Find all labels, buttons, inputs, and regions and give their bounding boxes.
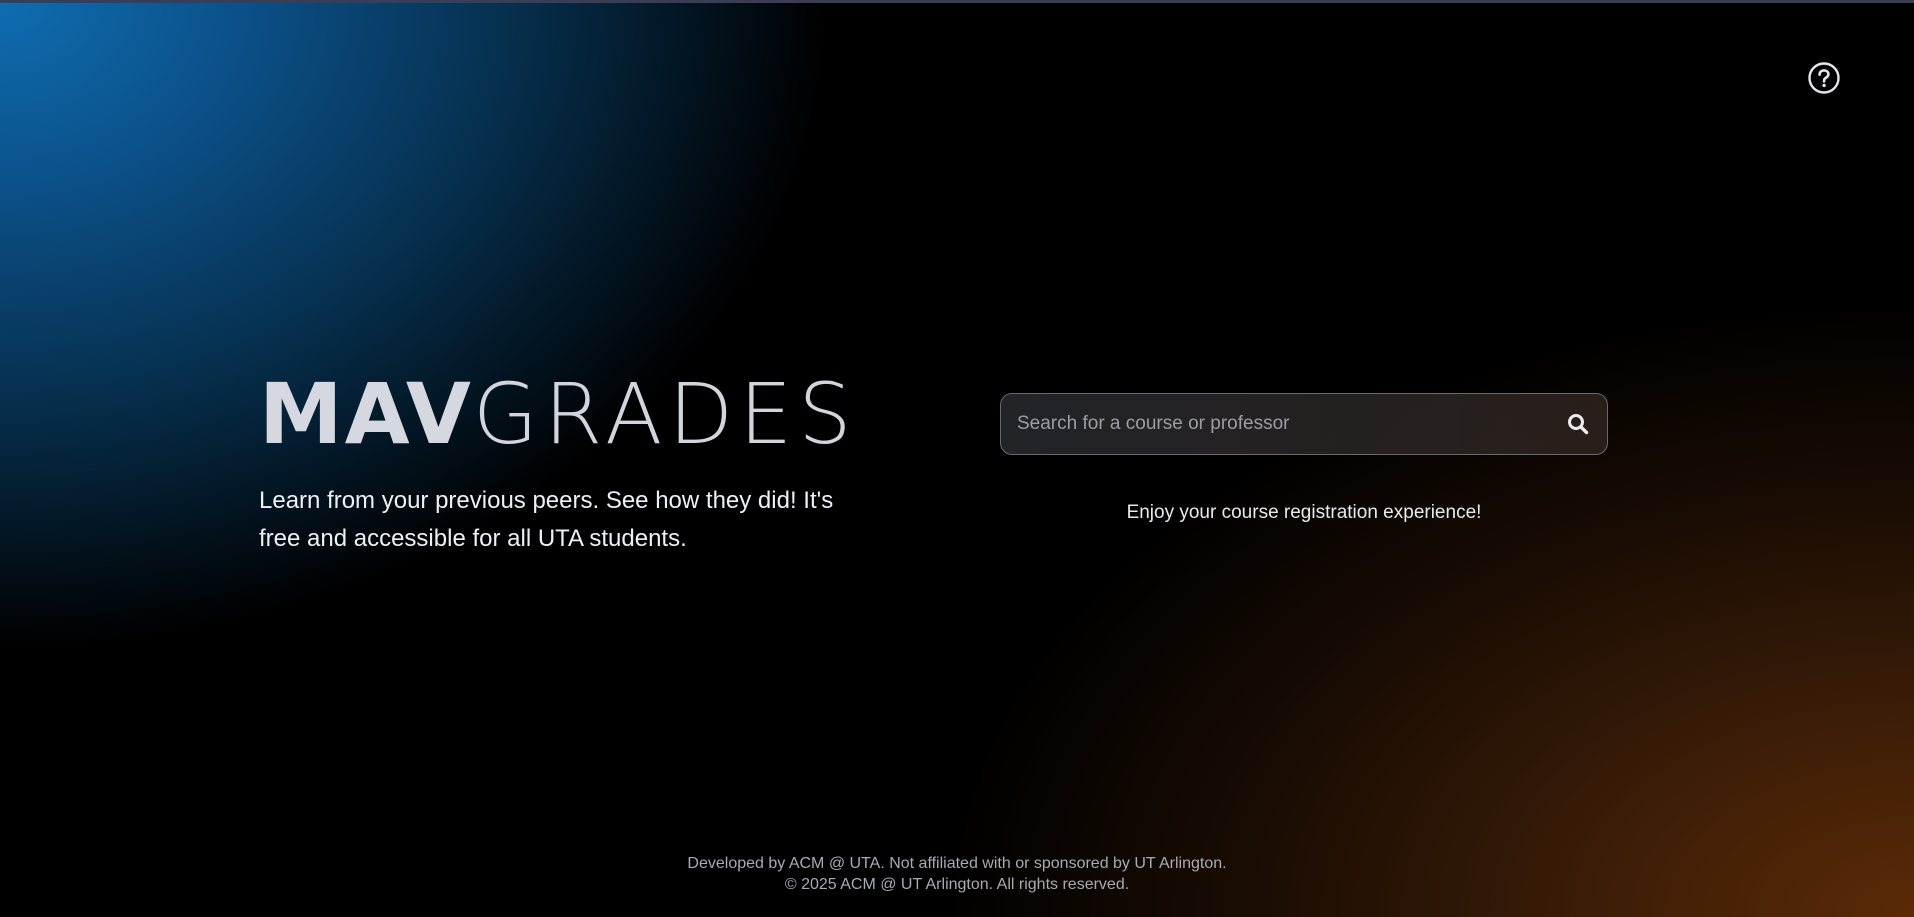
- search-input[interactable]: [1001, 394, 1549, 454]
- hero-tagline: Learn from your previous peers. See how …: [259, 487, 834, 552]
- question-circle-icon: [1808, 62, 1840, 94]
- brand-grades: GRADES: [472, 365, 858, 463]
- top-border: [0, 0, 1914, 3]
- registration-message: Enjoy your course registration experienc…: [1126, 502, 1482, 523]
- hero-section: MAVGRADES Learn from your previous peers…: [259, 368, 859, 558]
- search-bar: [1000, 393, 1608, 455]
- help-button[interactable]: [1808, 62, 1840, 94]
- search-icon: [1568, 414, 1589, 435]
- brand-logo: MAVGRADES: [259, 368, 859, 460]
- footer-copyright: © 2025 ACM @ UT Arlington. All rights re…: [784, 876, 1130, 893]
- footer-credit: Developed by ACM @ UTA. Not affiliated w…: [687, 855, 1227, 872]
- brand-mav: MAV: [259, 365, 473, 463]
- search-button[interactable]: [1549, 394, 1607, 454]
- footer: Developed by ACM @ UTA. Not affiliated w…: [0, 853, 1914, 895]
